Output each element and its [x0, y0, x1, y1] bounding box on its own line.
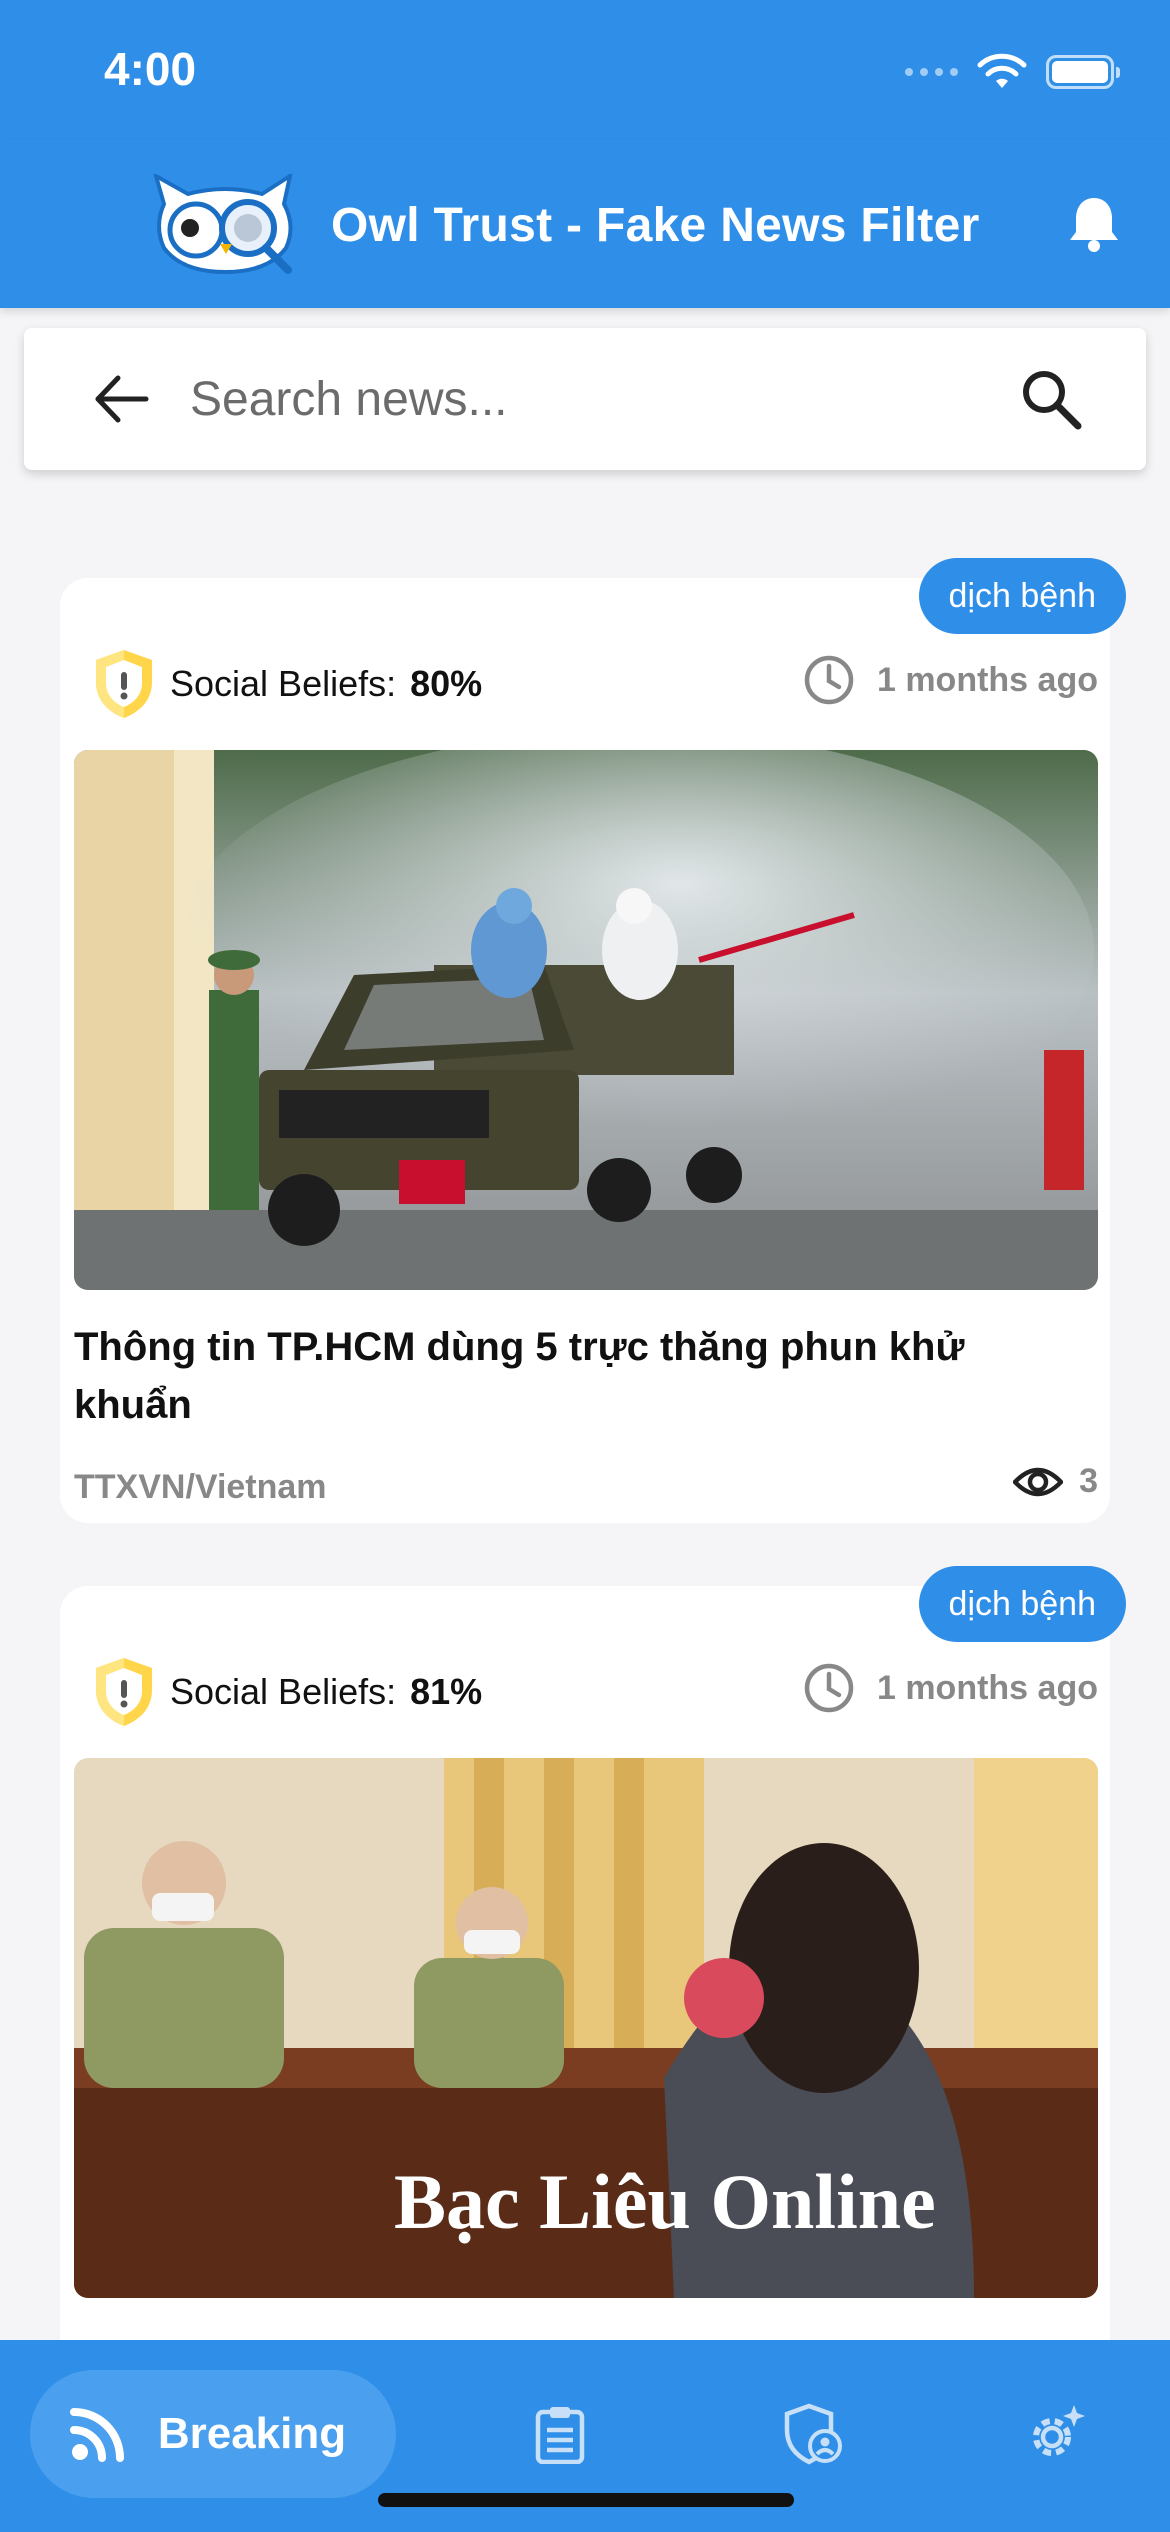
- nav-settings[interactable]: [1010, 2370, 1100, 2498]
- time-ago: 1 months ago: [803, 1662, 1098, 1714]
- back-arrow-icon[interactable]: [90, 368, 152, 430]
- nav-breaking[interactable]: Breaking: [30, 2370, 396, 2498]
- category-tag[interactable]: dịch bệnh: [918, 1566, 1126, 1642]
- nav-reports[interactable]: [520, 2370, 600, 2498]
- status-time: 4:00: [104, 43, 197, 95]
- bell-icon[interactable]: [1062, 192, 1126, 256]
- clock-icon: [804, 1663, 854, 1713]
- search-input[interactable]: [190, 358, 1010, 440]
- status-icons: [905, 52, 1120, 92]
- article-image[interactable]: [74, 750, 1098, 1290]
- article-source: TTXVN/Vietnam: [74, 1468, 327, 1506]
- battery-icon: [1046, 55, 1120, 89]
- wifi-icon: [977, 53, 1027, 88]
- home-indicator: [378, 2493, 794, 2507]
- rss-icon: [69, 2408, 124, 2462]
- shield-warning-icon: [96, 650, 152, 718]
- search-icon[interactable]: [1018, 366, 1084, 432]
- social-beliefs: Social Beliefs: 81%: [92, 1656, 482, 1728]
- time-ago-text: 1 months ago: [876, 660, 1098, 699]
- view-count-text: 3: [1079, 1462, 1098, 1500]
- beliefs-label: Social Beliefs:: [170, 663, 397, 704]
- nav-breaking-label: Breaking: [157, 2409, 347, 2458]
- image-watermark: Bạc Liêu Online: [394, 2158, 936, 2245]
- news-card[interactable]: dịch bệnh Social Beliefs: 80% 1 months a…: [60, 558, 1126, 1523]
- gear-icon: [1033, 2405, 1085, 2456]
- eye-icon: [1013, 1467, 1064, 1496]
- shield-user-icon: [784, 2403, 842, 2465]
- clock-icon: [804, 655, 854, 705]
- owl-logo: [153, 174, 293, 274]
- status-bar: 4:00: [0, 0, 1170, 140]
- nav-profile[interactable]: [768, 2370, 858, 2498]
- social-beliefs: Social Beliefs: 80%: [92, 648, 482, 720]
- beliefs-value: 80%: [410, 663, 483, 704]
- article-title[interactable]: Thông tin TP.HCM dùng 5 trực thăng phun …: [74, 1318, 1084, 1434]
- category-tag[interactable]: dịch bệnh: [918, 558, 1126, 634]
- app-bar: Owl Trust - Fake News Filter: [0, 140, 1170, 308]
- signal-icon: [905, 68, 958, 76]
- beliefs-label: Social Beliefs:: [170, 1671, 397, 1712]
- clipboard-icon: [535, 2407, 585, 2464]
- beliefs-value: 81%: [410, 1671, 483, 1712]
- shield-warning-icon: [96, 1658, 152, 1726]
- search-bar: [24, 328, 1146, 470]
- view-count: 3: [1013, 1462, 1098, 1501]
- time-ago: 1 months ago: [803, 654, 1098, 706]
- app-title: Owl Trust - Fake News Filter: [331, 199, 980, 252]
- time-ago-text: 1 months ago: [876, 1668, 1098, 1707]
- article-image[interactable]: Bạc Liêu Online: [74, 1758, 1098, 2298]
